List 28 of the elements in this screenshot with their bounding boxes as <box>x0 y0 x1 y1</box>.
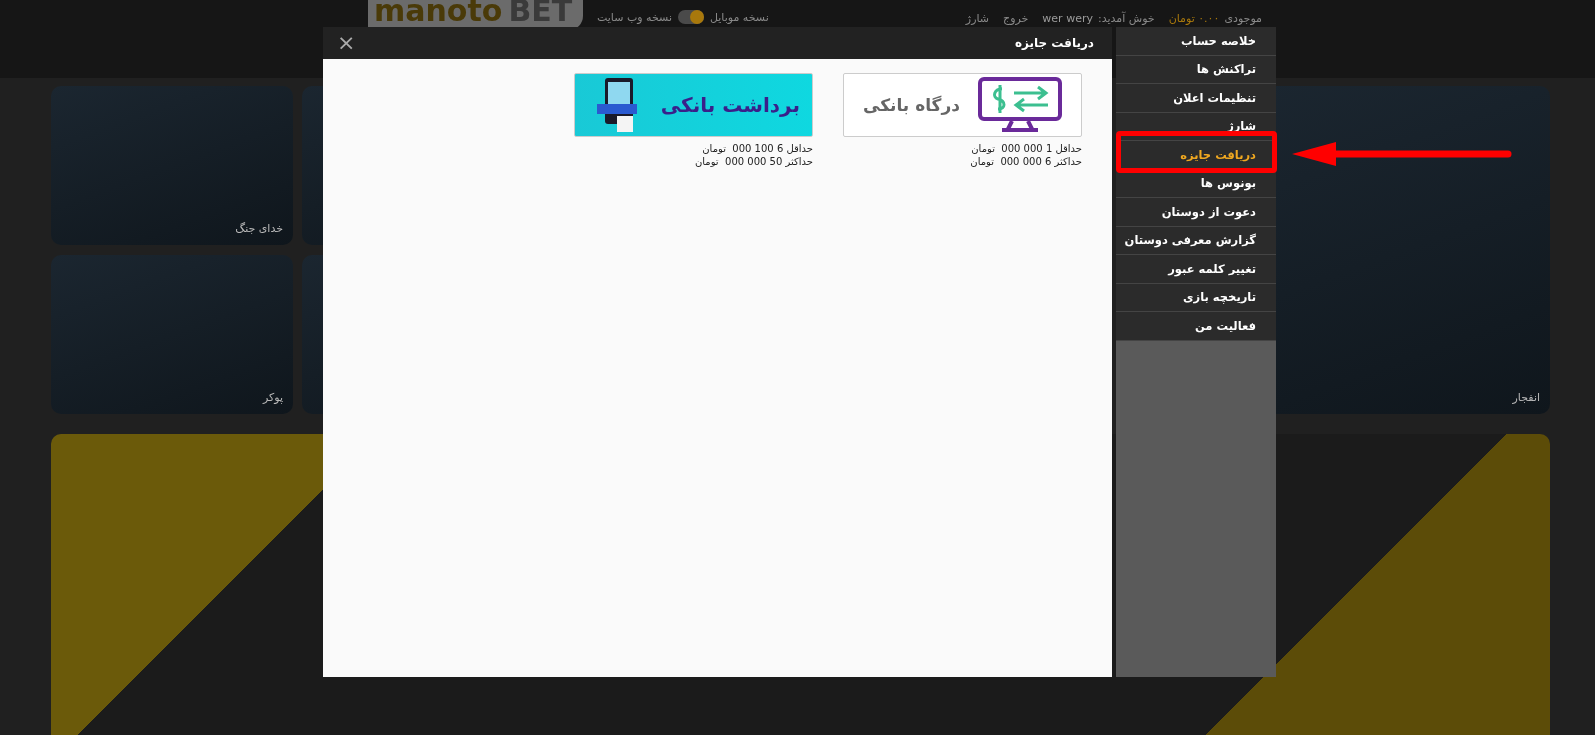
version-label: نسخه موبایل <box>709 10 769 24</box>
menu-item[interactable]: تراکنش ها <box>1116 55 1276 84</box>
modal-title: دریافت جایزه <box>1014 36 1094 50</box>
header-link[interactable]: شارژ <box>965 12 990 25</box>
version-label: نسخه وب سایت <box>597 10 672 24</box>
payment-method-banner[interactable]: برداشت بانکی <box>574 73 813 137</box>
header-link[interactable]: خروج <box>1003 12 1029 25</box>
menu-item[interactable]: خلاصه حساب <box>1116 27 1276 56</box>
menu-item[interactable]: تنظیمات اعلان <box>1116 84 1276 113</box>
minimum-amount: حداقل 6 100 000 تومان <box>701 143 813 154</box>
close-button[interactable]: × <box>337 32 356 54</box>
menu-item[interactable]: فعالیت من <box>1116 312 1276 341</box>
username: wer wery <box>1042 12 1093 25</box>
menu-item[interactable]: دعوت از دوستان <box>1116 198 1276 227</box>
menu-item[interactable]: گزارش معرفی دوستان <box>1116 226 1276 255</box>
game-tile[interactable]: پوکر <box>51 255 293 414</box>
monitor-icon <box>978 77 1062 133</box>
balance-label: موجودی <box>1224 12 1262 25</box>
welcome-label: خوش آمدید: <box>1097 12 1155 25</box>
balance-amount: ۰.۰۰ تومان <box>1168 12 1220 25</box>
maximum-amount: حداکثر 6 000 000 تومان <box>969 156 1082 167</box>
menu-item[interactable]: تغییر کلمه عبور <box>1116 255 1276 284</box>
minimum-amount: حداقل 1 000 000 تومان <box>970 143 1082 154</box>
version-toggle[interactable] <box>677 10 704 24</box>
menu-item[interactable]: تاریخچه بازی <box>1116 283 1276 312</box>
maximum-amount: حداکثر 50 000 000 تومان <box>693 156 813 167</box>
game-tile[interactable]: خدای جنگ <box>51 86 293 245</box>
payment-method-banner[interactable]: درگاه بانکی <box>843 73 1082 137</box>
